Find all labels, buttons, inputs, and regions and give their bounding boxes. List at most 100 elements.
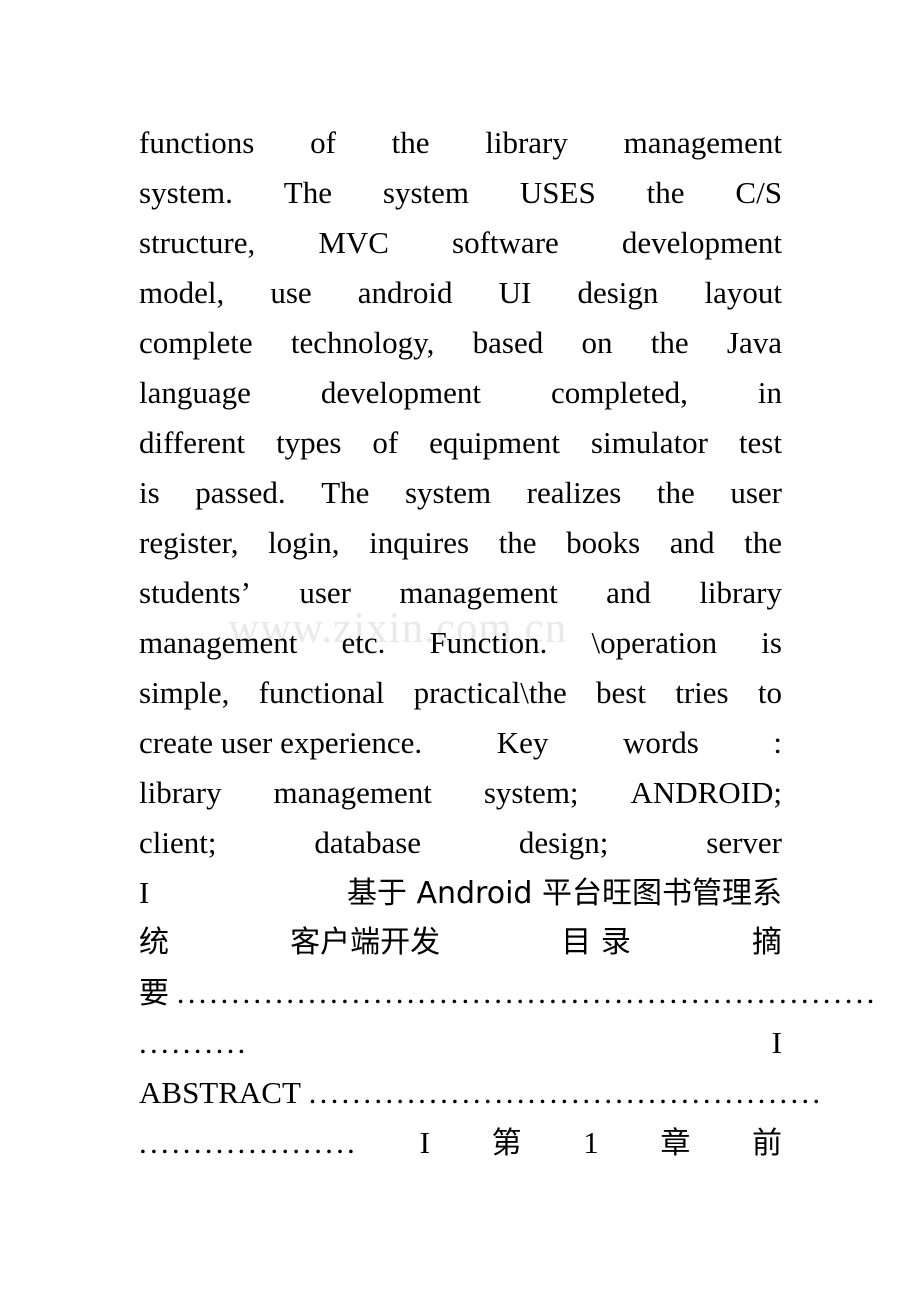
text-line: 统 客户端开发 目 录 摘 — [139, 918, 782, 968]
document-page: www.zixin.com.cn functions of the library ma… — [0, 0, 920, 1302]
text-run: 1 — [583, 1125, 599, 1160]
text-run: 统 — [139, 925, 169, 960]
text-line: language development completed, in — [139, 368, 782, 418]
text-run: software — [452, 225, 559, 260]
text-run: 前 — [751, 1126, 782, 1161]
text-run: functional — [258, 675, 385, 710]
text-run: students’ — [139, 575, 251, 610]
text-line: .................... I 第 1 章 前 — [139, 1118, 782, 1168]
text-line: functions of the library management — [139, 118, 782, 168]
text-run: library — [699, 575, 782, 610]
text-run: realizes — [526, 475, 622, 510]
text-run: based — [472, 325, 544, 360]
text-line: complete technology, based on the Java — [139, 318, 782, 368]
text-run: I — [139, 875, 150, 910]
text-line: system. The system USES the C/S — [139, 168, 782, 218]
text-run: design — [577, 275, 659, 310]
text-run: is — [139, 475, 160, 510]
text-run: The — [321, 475, 370, 510]
text-run: login, — [268, 525, 340, 560]
text-run: .......... — [139, 1025, 249, 1060]
text-run: model, — [139, 275, 225, 310]
text-run: client; — [139, 825, 217, 860]
text-run: layout — [704, 275, 782, 310]
text-run: the — [650, 325, 689, 360]
text-run: management — [399, 575, 558, 610]
text-run: the — [646, 175, 685, 210]
text-line: library management system; ANDROID; — [139, 768, 782, 818]
text-line: client; database design; server — [139, 818, 782, 868]
text-run: management — [139, 625, 298, 660]
text-run: the — [744, 525, 782, 560]
text-line: register, login, inquires the books and the — [139, 518, 782, 568]
text-line: 要 ......................................… — [139, 968, 874, 1018]
text-run: technology, — [290, 325, 435, 360]
text-run: structure, — [139, 225, 256, 260]
text-run: 摘 — [751, 925, 782, 960]
text-run: system. — [139, 175, 233, 210]
text-run: I — [419, 1125, 430, 1160]
text-run: system — [404, 475, 492, 510]
text-line: different types of equipment simulator test — [139, 418, 782, 468]
text-run: database — [314, 825, 422, 860]
text-run: the — [391, 125, 430, 160]
text-run: development — [621, 225, 782, 260]
text-line: structure, MVC software development — [139, 218, 782, 268]
text-run: test — [738, 425, 782, 460]
text-line: create user experience. Key words: — [139, 718, 782, 768]
text-run: register, — [139, 525, 239, 560]
text-run: simple, — [139, 675, 230, 710]
text-line: simple, functional practical\the best tries t… — [139, 668, 782, 718]
text-run: practical\the — [413, 675, 567, 710]
text-run: MVC — [318, 225, 389, 260]
text-run: functions — [139, 125, 255, 160]
text-run: server — [706, 825, 782, 860]
text-run: of — [310, 125, 336, 160]
text-run: user — [730, 475, 782, 510]
text-run: 目 录 — [561, 925, 631, 960]
text-run: Function. — [429, 625, 548, 660]
text-run: system; — [483, 775, 579, 810]
text-run: 基于 Android 平台旺图书管理系 — [346, 876, 782, 911]
text-line: is passed. The system realizes the user — [139, 468, 782, 518]
text-run: passed. — [195, 475, 286, 510]
text-run: on — [581, 325, 613, 360]
text-run: I — [771, 1025, 782, 1060]
text-run: UI — [498, 275, 532, 310]
text-run: library — [139, 775, 222, 810]
text-run: books — [566, 525, 641, 560]
text-line: ABSTRACT ...............................… — [139, 1068, 820, 1118]
text-run: 章 — [660, 1126, 691, 1161]
text-run: design; — [518, 825, 609, 860]
text-line: .......... I — [139, 1018, 782, 1068]
text-run: ........................................… — [308, 1075, 824, 1110]
text-run: is — [761, 625, 782, 660]
text-run: : — [773, 725, 782, 760]
text-run: of — [372, 425, 399, 460]
text-run: create user experience. — [139, 725, 423, 760]
text-run: inquires — [369, 525, 470, 560]
text-run: 第 — [491, 1126, 522, 1161]
text-run: 客户端开发 — [290, 925, 441, 960]
text-run: equipment — [429, 425, 560, 460]
text-run: development — [320, 375, 481, 410]
text-run: ........................................… — [176, 975, 878, 1010]
text-line: model, use android UI design layout — [139, 268, 782, 318]
text-run: and — [606, 575, 651, 610]
text-run: use — [270, 275, 312, 310]
text-run: C/S — [735, 175, 782, 210]
text-run: The — [283, 175, 332, 210]
text-run: simulator — [590, 425, 709, 460]
text-line: students’ user management and library — [139, 568, 782, 618]
text-run: \operation — [591, 625, 718, 660]
text-line: I 基于 Android 平台旺图书管理系 — [139, 868, 782, 918]
text-run: system — [382, 175, 470, 210]
text-run: and — [669, 525, 715, 560]
text-run: to — [757, 675, 782, 710]
text-run: library — [485, 125, 568, 160]
text-run: Key — [496, 725, 549, 760]
text-run: android — [357, 275, 453, 310]
text-run: USES — [519, 175, 596, 210]
text-run: completed, — [550, 375, 688, 410]
text-run: management — [273, 775, 432, 810]
